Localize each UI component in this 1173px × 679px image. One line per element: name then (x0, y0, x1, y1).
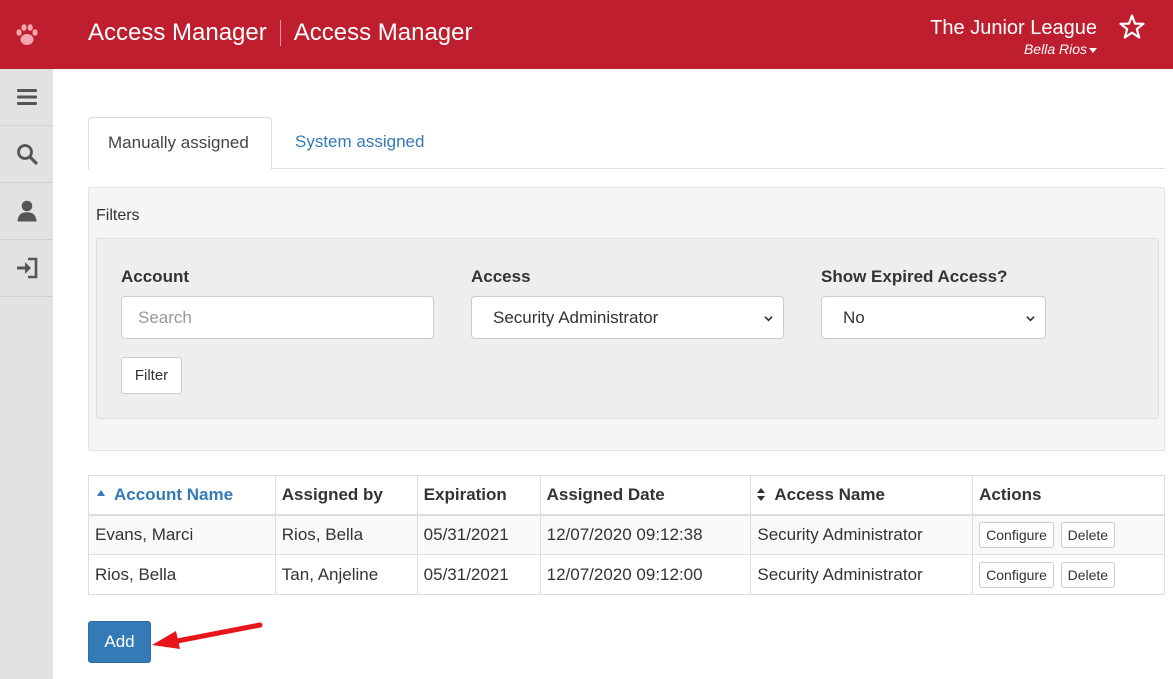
sign-out-icon (16, 257, 37, 279)
access-select[interactable]: Security Administrator (471, 296, 784, 339)
tab-system-assigned[interactable]: System assigned (276, 117, 443, 169)
cell-actions: Configure Delete (972, 554, 1165, 595)
cell-expiration: 05/31/2021 (416, 554, 541, 595)
search-icon (16, 144, 38, 165)
sidebar-item-sign-out[interactable] (0, 240, 53, 297)
table-row: Evans, Marci Rios, Bella 05/31/2021 12/0… (88, 514, 1165, 555)
cell-assigned-by: Rios, Bella (274, 514, 418, 555)
expired-filter-label: Show Expired Access? (821, 267, 1008, 286)
cell-access-name: Security Administrator (750, 514, 974, 555)
cell-assigned-date: 12/07/2020 09:12:00 (539, 554, 752, 595)
annotation-arrow (152, 622, 263, 649)
access-select-value: Security Administrator (493, 308, 659, 327)
filters-well: Account Search Access Security Administr… (96, 238, 1159, 419)
column-header-assigned-date: Assigned Date (539, 475, 752, 516)
delete-button[interactable]: Delete (1060, 521, 1116, 548)
cell-expiration: 05/31/2021 (416, 514, 541, 555)
cell-account-name: Rios, Bella (88, 554, 276, 595)
app-title: Access Manager Access Manager (88, 19, 473, 47)
cell-account-name: Evans, Marci (88, 514, 276, 555)
user-name: Bella Rios (1023, 41, 1087, 57)
column-header-expiration: Expiration (416, 475, 541, 516)
filter-button[interactable]: Filter (121, 357, 182, 394)
show-expired-select[interactable]: No (821, 296, 1046, 339)
add-button[interactable]: Add (88, 621, 151, 663)
show-expired-select-value: No (843, 308, 865, 327)
filters-panel: Filters Account Search Access Security A… (88, 187, 1165, 451)
delete-button[interactable]: Delete (1060, 561, 1116, 588)
title-divider (279, 20, 281, 46)
account-menu[interactable]: The Junior League Bella Rios (930, 16, 1097, 58)
paw-icon[interactable] (0, 0, 53, 69)
caret-down-icon (1089, 47, 1097, 53)
table-row: Rios, Bella Tan, Anjeline 05/31/2021 12/… (88, 554, 1165, 595)
sidebar-item-menu[interactable] (0, 69, 53, 126)
column-header-access-name[interactable]: Access Name (750, 475, 974, 516)
account-filter-label: Account (121, 267, 189, 286)
chevron-down-icon (764, 316, 773, 322)
page-title: Access Manager (293, 19, 473, 46)
user-icon (17, 200, 36, 222)
sidebar-item-search[interactable] (0, 126, 53, 183)
top-navigation-bar: Access Manager Access Manager The Junior… (0, 0, 1173, 69)
column-header-account-name[interactable]: Account Name (88, 475, 276, 516)
star-outline-icon[interactable] (1118, 13, 1146, 41)
organization-name: The Junior League (930, 17, 1097, 39)
table-header-row: Account Name Assigned by Expiration Assi… (88, 475, 1165, 516)
tab-manually-assigned[interactable]: Manually assigned (88, 117, 272, 170)
user-menu-toggle[interactable]: Bella Rios (930, 40, 1097, 58)
filters-title: Filters (96, 207, 140, 224)
cell-assigned-date: 12/07/2020 09:12:38 (539, 514, 752, 555)
configure-button[interactable]: Configure (979, 561, 1054, 588)
menu-icon (16, 89, 37, 105)
column-label: Account Name (114, 484, 234, 504)
cell-access-name: Security Administrator (750, 554, 974, 595)
sort-icon (757, 487, 766, 501)
cell-assigned-by: Tan, Anjeline (274, 554, 418, 595)
column-header-actions: Actions (972, 475, 1165, 516)
assignment-tabs: Manually assigned System assigned (88, 117, 1165, 170)
sort-ascending-icon (97, 489, 105, 496)
account-search-input[interactable]: Search (121, 296, 434, 339)
sidebar (0, 69, 53, 679)
column-label: Access Name (774, 484, 885, 504)
access-assignments-table: Account Name Assigned by Expiration Assi… (88, 475, 1165, 595)
access-filter-label: Access (471, 267, 531, 286)
cell-actions: Configure Delete (972, 514, 1165, 555)
sidebar-item-profile[interactable] (0, 183, 53, 240)
configure-button[interactable]: Configure (979, 521, 1054, 548)
column-header-assigned-by: Assigned by (274, 475, 418, 516)
app-title-primary[interactable]: Access Manager (88, 19, 267, 47)
chevron-down-icon (1026, 316, 1035, 322)
